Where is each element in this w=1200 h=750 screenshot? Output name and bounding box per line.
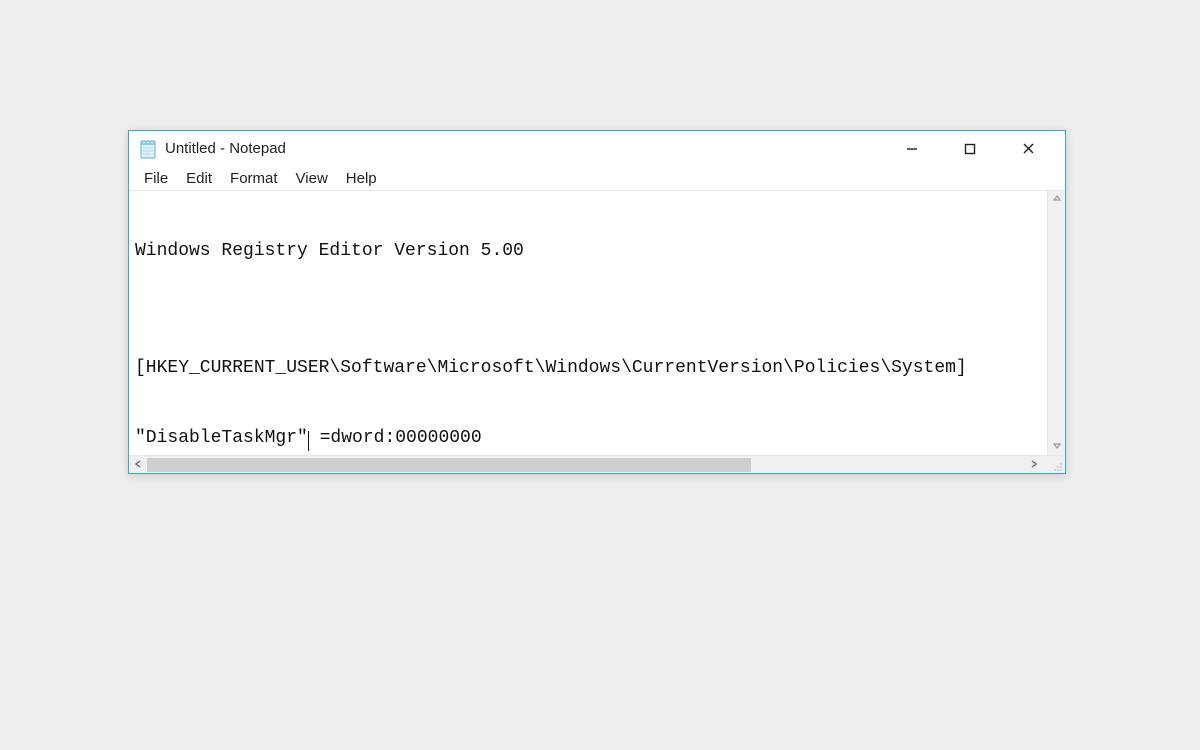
- editor-text-before-caret: "DisableTaskMgr": [135, 428, 308, 448]
- horizontal-scrollbar[interactable]: [129, 456, 1047, 473]
- text-editor[interactable]: Windows Registry Editor Version 5.00 [HK…: [129, 191, 1047, 455]
- menu-bar: File Edit Format View Help: [129, 166, 1065, 191]
- minimize-button[interactable]: [883, 134, 941, 164]
- text-caret: [308, 431, 309, 451]
- menu-edit[interactable]: Edit: [177, 169, 221, 188]
- resize-grip[interactable]: [1047, 456, 1065, 473]
- scroll-right-icon[interactable]: [1029, 458, 1047, 472]
- close-button[interactable]: [999, 134, 1057, 164]
- scroll-up-icon[interactable]: [1052, 191, 1062, 207]
- bottom-bar: [129, 455, 1065, 473]
- vertical-scrollbar[interactable]: [1047, 191, 1065, 455]
- editor-line: [HKEY_CURRENT_USER\Software\Microsoft\Wi…: [135, 357, 1041, 380]
- title-bar[interactable]: Untitled - Notepad: [129, 131, 1065, 166]
- notepad-icon: [139, 139, 157, 159]
- notepad-window: Untitled - Notepad File Edit Format View…: [128, 130, 1066, 474]
- editor-line: "DisableTaskMgr" =dword:00000000: [135, 427, 1041, 450]
- scroll-left-icon[interactable]: [129, 458, 147, 472]
- editor-line: Windows Registry Editor Version 5.00: [135, 240, 1041, 263]
- menu-format[interactable]: Format: [221, 169, 287, 188]
- editor-text-after-caret: =dword:00000000: [309, 428, 482, 448]
- window-title: Untitled - Notepad: [165, 140, 883, 157]
- horizontal-scroll-thumb[interactable]: [147, 458, 751, 472]
- menu-file[interactable]: File: [135, 169, 177, 188]
- client-area: Windows Registry Editor Version 5.00 [HK…: [129, 191, 1065, 455]
- window-controls: [883, 134, 1057, 164]
- scroll-down-icon[interactable]: [1052, 439, 1062, 455]
- menu-view[interactable]: View: [287, 169, 337, 188]
- menu-help[interactable]: Help: [337, 169, 386, 188]
- maximize-button[interactable]: [941, 134, 999, 164]
